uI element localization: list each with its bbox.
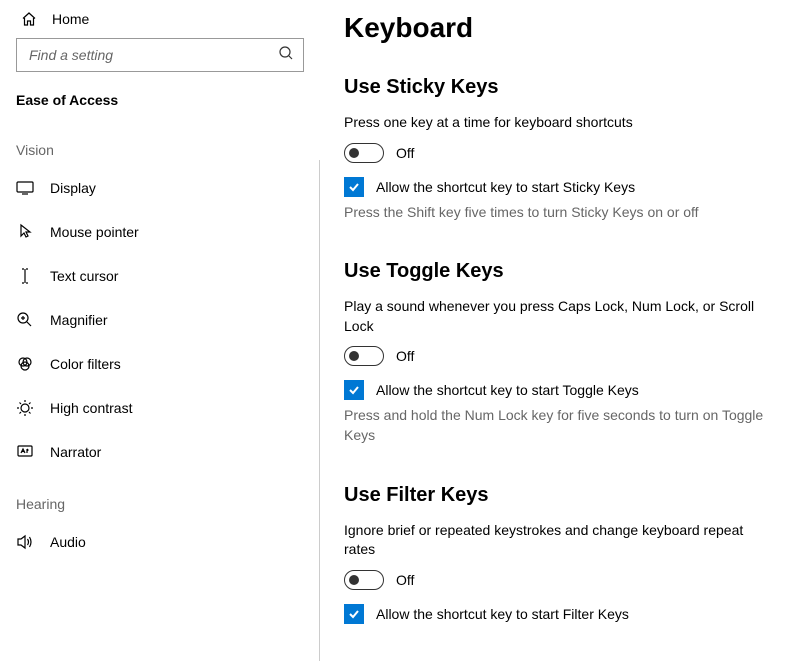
sidebar-item-label: Display	[50, 180, 96, 196]
sidebar-item-label: Audio	[50, 534, 86, 550]
section-desc: Play a sound whenever you press Caps Loc…	[344, 297, 770, 336]
toggle-state-label: Off	[396, 572, 414, 588]
sidebar-item-magnifier[interactable]: Magnifier	[0, 298, 320, 342]
sidebar-item-label: Text cursor	[50, 268, 118, 284]
section-toggle-keys: Use Toggle Keys Play a sound whenever yo…	[344, 260, 770, 445]
help-text: Press the Shift key five times to turn S…	[344, 203, 770, 223]
checkbox-label: Allow the shortcut key to start Sticky K…	[376, 179, 635, 195]
section-desc: Press one key at a time for keyboard sho…	[344, 113, 770, 133]
color-filters-icon	[16, 355, 34, 373]
section-filter-keys: Use Filter Keys Ignore brief or repeated…	[344, 484, 770, 624]
home-label: Home	[52, 11, 89, 27]
pointer-icon	[16, 223, 34, 241]
category-hearing: Hearing	[0, 474, 320, 520]
sidebar: Home Ease of Access Vision Display	[0, 0, 320, 661]
display-icon	[16, 179, 34, 197]
toggle-knob	[349, 148, 359, 158]
toggle-knob	[349, 575, 359, 585]
checkbox-label: Allow the shortcut key to start Filter K…	[376, 606, 629, 622]
sidebar-item-label: Magnifier	[50, 312, 108, 328]
category-vision: Vision	[0, 120, 320, 166]
sidebar-item-display[interactable]: Display	[0, 166, 320, 210]
sticky-keys-toggle[interactable]	[344, 143, 384, 163]
main-content: Keyboard Use Sticky Keys Press one key a…	[320, 0, 790, 661]
sticky-keys-shortcut-checkbox[interactable]	[344, 177, 364, 197]
group-header: Ease of Access	[0, 84, 320, 120]
narrator-icon	[16, 443, 34, 461]
sidebar-item-high-contrast[interactable]: High contrast	[0, 386, 320, 430]
toggle-keys-toggle[interactable]	[344, 346, 384, 366]
sidebar-item-label: Color filters	[50, 356, 121, 372]
search-wrap	[0, 38, 320, 84]
section-heading: Use Sticky Keys	[344, 76, 770, 99]
page-title: Keyboard	[344, 12, 770, 44]
sidebar-item-mouse-pointer[interactable]: Mouse pointer	[0, 210, 320, 254]
filter-keys-shortcut-checkbox[interactable]	[344, 604, 364, 624]
toggle-knob	[349, 351, 359, 361]
search-input[interactable]	[16, 38, 304, 72]
checkbox-label: Allow the shortcut key to start Toggle K…	[376, 382, 639, 398]
scroll-indicator	[319, 160, 320, 661]
sidebar-item-color-filters[interactable]: Color filters	[0, 342, 320, 386]
section-sticky-keys: Use Sticky Keys Press one key at a time …	[344, 76, 770, 222]
sidebar-item-label: Narrator	[50, 444, 101, 460]
section-heading: Use Filter Keys	[344, 484, 770, 507]
home-icon	[20, 10, 38, 28]
sidebar-item-narrator[interactable]: Narrator	[0, 430, 320, 474]
toggle-state-label: Off	[396, 145, 414, 161]
section-heading: Use Toggle Keys	[344, 260, 770, 283]
audio-icon	[16, 533, 34, 551]
sidebar-item-label: High contrast	[50, 400, 132, 416]
filter-keys-toggle[interactable]	[344, 570, 384, 590]
magnifier-icon	[16, 311, 34, 329]
section-desc: Ignore brief or repeated keystrokes and …	[344, 521, 770, 560]
toggle-keys-shortcut-checkbox[interactable]	[344, 380, 364, 400]
sidebar-item-text-cursor[interactable]: Text cursor	[0, 254, 320, 298]
high-contrast-icon	[16, 399, 34, 417]
home-nav[interactable]: Home	[0, 0, 320, 38]
sidebar-item-label: Mouse pointer	[50, 224, 139, 240]
search-icon[interactable]	[278, 45, 294, 61]
sidebar-item-audio[interactable]: Audio	[0, 520, 320, 564]
help-text: Press and hold the Num Lock key for five…	[344, 406, 770, 445]
toggle-state-label: Off	[396, 348, 414, 364]
text-cursor-icon	[16, 267, 34, 285]
